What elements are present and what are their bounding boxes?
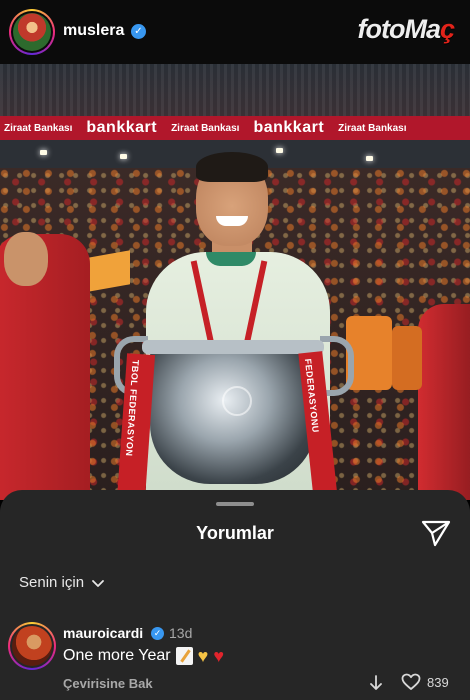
bystander-left-head (4, 232, 48, 286)
floodlight (120, 154, 127, 159)
profile-avatar-frame (11, 11, 53, 53)
like-button[interactable] (401, 673, 421, 691)
memo-emoji-icon (175, 647, 193, 665)
filter-label: Senin için (19, 574, 85, 591)
ad-text-big: bankkart (253, 119, 325, 136)
steward-vest (392, 326, 422, 390)
see-translation-link[interactable]: Çevirisine Bak (63, 676, 153, 691)
heart-icon (401, 673, 421, 690)
trophy-rim (142, 340, 324, 354)
commenter-avatar-frame (10, 624, 54, 668)
yellow-heart-emoji-icon: ♥ (197, 646, 209, 666)
dislike-button[interactable] (368, 674, 384, 692)
comment-sort-filter[interactable]: Senin için (19, 574, 106, 591)
brand-logo-accent: ç (439, 14, 455, 44)
red-heart-emoji-icon: ♥ (213, 646, 224, 666)
ad-text-small: Ziraat Bankası (338, 122, 407, 134)
floodlight (40, 150, 47, 155)
like-count: 839 (427, 675, 449, 690)
comment-body: One more Year ♥ ♥ (63, 647, 224, 665)
comments-sheet: Yorumlar Senin için mauroicardi ✓ 13d On… (0, 490, 470, 700)
floodlight (276, 148, 283, 153)
commenter-avatar-image (12, 626, 52, 666)
comments-title: Yorumlar (196, 523, 274, 543)
chevron-down-icon (92, 579, 104, 587)
player-collar (206, 252, 256, 266)
verified-badge-icon: ✓ (151, 627, 164, 640)
ad-text-small: Ziraat Bankası (4, 122, 73, 134)
trophy-crest (222, 386, 252, 416)
player-smile (216, 216, 248, 226)
profile-avatar[interactable] (9, 9, 55, 55)
sheet-drag-handle[interactable] (216, 502, 254, 506)
profile-username[interactable]: muslera (63, 22, 124, 40)
verified-badge-icon: ✓ (131, 24, 146, 39)
ribbon-text: FEDERASYONU (302, 358, 321, 434)
share-button[interactable] (420, 518, 452, 548)
floodlight (366, 156, 373, 161)
commenter-avatar[interactable] (8, 622, 56, 670)
ad-text-small: Ziraat Bankası (171, 122, 240, 134)
profile-avatar-image (13, 13, 51, 51)
arrow-down-icon (370, 675, 382, 690)
ad-text-big: bankkart (86, 119, 158, 136)
brand-logo-text: fotoMa (357, 14, 440, 44)
post-header: muslera ✓ fotoMaç (0, 0, 470, 64)
post-photo[interactable]: Ziraat Bankası bankkart Ziraat Bankası b… (0, 64, 470, 500)
stadium-upper-crowd (0, 64, 470, 116)
ribbon-text: TBOL FEDERASYON (123, 359, 141, 457)
comment-text: One more Year (63, 647, 171, 664)
stadium-ad-board: Ziraat Bankası bankkart Ziraat Bankası b… (0, 116, 470, 140)
send-icon (421, 520, 451, 547)
brand-logo: fotoMaç (357, 14, 455, 45)
bystander-right (418, 304, 470, 500)
comment-username[interactable]: mauroicardi (63, 625, 143, 641)
comment-timestamp: 13d (169, 625, 193, 641)
player-hair (196, 152, 268, 182)
